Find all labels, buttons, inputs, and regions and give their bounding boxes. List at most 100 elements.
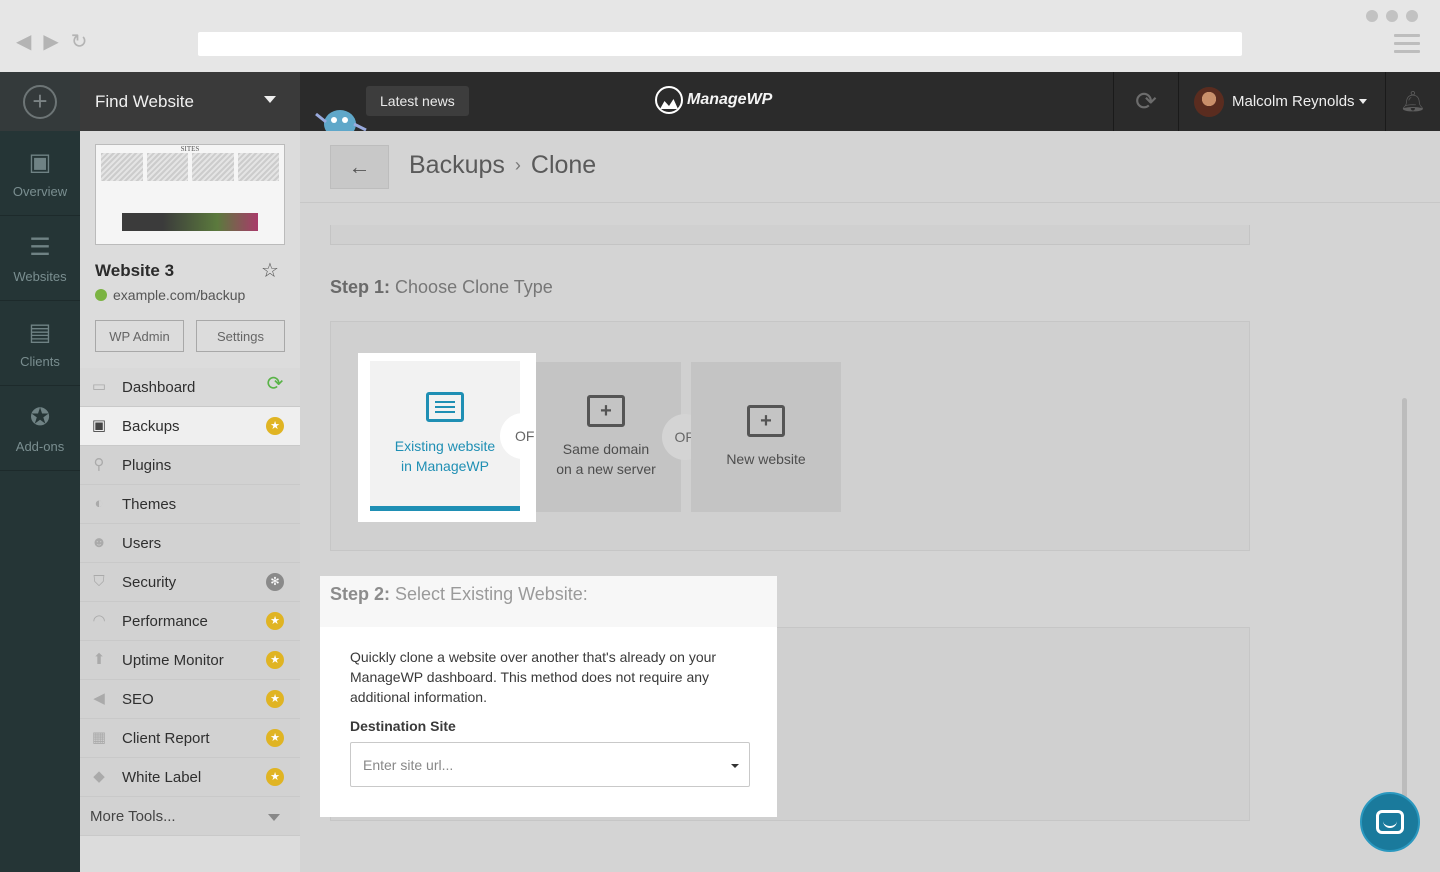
website-url[interactable]: example.com/backup: [95, 287, 245, 303]
premium-badge-icon: ★: [266, 417, 284, 435]
address-bar[interactable]: [198, 32, 1242, 56]
back-arrow-icon: ←: [348, 154, 371, 179]
menu-item-backups[interactable]: ▣ Backups ★: [80, 407, 300, 446]
step2-prefix: Step 2:: [330, 584, 391, 604]
scrollbar[interactable]: [1402, 398, 1407, 798]
breadcrumb-backups[interactable]: Backups: [409, 151, 505, 180]
highlight-step2: Step 2: Select Existing Website: Quickly…: [320, 576, 777, 817]
clients-icon: ▤: [28, 318, 52, 346]
option-existing-website[interactable]: Existing website in ManageWP: [370, 361, 520, 511]
rail-item-clients[interactable]: ▤ Clients: [0, 301, 80, 386]
bell-icon: 🔔︎: [1400, 91, 1426, 113]
addons-icon: ✪: [29, 403, 51, 431]
chat-launcher-button[interactable]: [1360, 792, 1420, 852]
reload-icon[interactable]: ↻: [71, 32, 88, 52]
back-button[interactable]: ←: [330, 145, 389, 189]
destination-site-select[interactable]: Enter site url...: [350, 742, 750, 787]
premium-badge-icon: ★: [266, 612, 284, 630]
browser-menu-icon[interactable]: [1394, 34, 1420, 58]
option-line1: Same domain: [562, 441, 650, 457]
list-monitor-icon: [426, 391, 464, 422]
menu-item-plugins[interactable]: ⚲ Plugins: [80, 446, 300, 485]
rail-item-addons[interactable]: ✪ Add-ons: [0, 386, 80, 471]
backup-icon: ▣: [91, 417, 107, 434]
rail-label: Overview: [12, 183, 68, 199]
rail-label: Add-ons: [15, 438, 65, 454]
latest-news-tooltip[interactable]: Latest news: [366, 86, 469, 116]
option-line1: New website: [726, 451, 806, 467]
destination-site-placeholder: Enter site url...: [363, 756, 454, 773]
user-name: Malcolm Reynolds: [1232, 93, 1355, 110]
menu-label: Uptime Monitor: [122, 651, 224, 669]
menu-label: Dashboard: [122, 378, 196, 396]
step2-text: Select Existing Website:: [395, 584, 588, 604]
gauge-icon: ◠: [92, 612, 106, 629]
monitor-icon: ▭: [91, 378, 107, 395]
favorite-star-icon[interactable]: ☆: [261, 258, 279, 283]
highlight-existing-option: Existing website in ManageWP OF: [358, 353, 536, 522]
menu-item-white-label[interactable]: ◆ White Label ★: [80, 758, 300, 797]
add-website-button[interactable]: +: [0, 72, 80, 131]
menu-label: SEO: [122, 690, 154, 708]
rail-label: Clients: [20, 353, 60, 369]
sync-button[interactable]: ⟳: [1113, 72, 1179, 131]
menu-label: Themes: [122, 495, 177, 513]
chat-bubble-icon: [1376, 810, 1404, 834]
breadcrumb-trail: Backups › Clone: [409, 151, 596, 180]
menu-label: Users: [122, 534, 162, 552]
menu-label: Security: [122, 573, 177, 591]
option-new-website[interactable]: + New website: [691, 362, 841, 512]
premium-badge-icon: ★: [266, 768, 284, 786]
website-sidebar: SITES Website 3 ☆ example.com/backup WP …: [80, 131, 300, 872]
menu-item-seo[interactable]: ◀ SEO ★: [80, 680, 300, 719]
menu-item-dashboard[interactable]: ▭ Dashboard ⟳: [80, 368, 300, 407]
managewp-logo[interactable]: ManageWP: [655, 86, 772, 114]
robot-mascot-icon[interactable]: [314, 102, 370, 131]
chart-icon: ▦: [91, 729, 107, 746]
websites-icon: ☰: [29, 233, 51, 261]
thumbnail-header: SITES: [180, 145, 200, 153]
settings-button[interactable]: Settings: [196, 320, 285, 352]
menu-label: White Label: [122, 768, 202, 786]
menu-label: Performance: [122, 612, 208, 630]
breadcrumb-separator: ›: [514, 155, 521, 175]
website-thumbnail[interactable]: SITES: [95, 144, 285, 245]
menu-item-performance[interactable]: ◠ Performance ★: [80, 602, 300, 641]
website-title: Website 3: [95, 261, 175, 280]
destination-site-label: Destination Site: [350, 718, 456, 734]
step1-prefix: Step 1:: [330, 277, 391, 297]
user-icon: ☻: [91, 534, 107, 551]
caret-down-icon: [1358, 99, 1367, 104]
wp-admin-button[interactable]: WP Admin: [95, 320, 184, 352]
option-same-domain[interactable]: + Same domain on a new server: [531, 362, 681, 512]
step1-title: Step 1: Choose Clone Type: [330, 277, 553, 298]
caret-down-icon: [731, 764, 739, 768]
sync-icon: ⟳: [1135, 86, 1157, 116]
user-menu[interactable]: Malcolm Reynolds: [1180, 72, 1386, 131]
menu-label: Plugins: [122, 456, 172, 474]
menu-label: Backups: [122, 417, 180, 435]
rail-item-websites[interactable]: ☰ Websites: [0, 216, 80, 301]
website-url-text: example.com/backup: [113, 287, 246, 303]
arrow-up-icon: ⬆: [92, 651, 106, 668]
rail-item-overview[interactable]: ▣ Overview: [0, 131, 80, 216]
forward-arrow-icon[interactable]: ▶: [43, 32, 58, 52]
tag-icon: ◆: [93, 768, 105, 785]
menu-item-security[interactable]: ⛉ Security ✻: [80, 563, 300, 602]
premium-badge-icon: ★: [266, 690, 284, 708]
menu-label: Client Report: [122, 729, 210, 747]
back-arrow-icon[interactable]: ◀: [16, 32, 31, 52]
menu-item-client-report[interactable]: ▦ Client Report ★: [80, 719, 300, 758]
menu-item-users[interactable]: ☻ Users: [80, 524, 300, 563]
overview-icon: ▣: [28, 148, 52, 176]
premium-badge-icon: ★: [266, 651, 284, 669]
logo-text: ManageWP: [687, 91, 773, 108]
breadcrumb-clone: Clone: [530, 151, 597, 179]
find-website-dropdown[interactable]: Find Website: [80, 72, 300, 131]
option-line2: in ManageWP: [401, 457, 489, 474]
notifications-button[interactable]: 🔔︎: [1386, 72, 1440, 131]
option-line1: Existing website: [394, 437, 496, 454]
menu-item-uptime-monitor[interactable]: ⬆ Uptime Monitor ★: [80, 641, 300, 680]
menu-item-themes[interactable]: ◐ Themes: [80, 485, 300, 524]
more-tools-dropdown[interactable]: More Tools...: [80, 797, 300, 836]
